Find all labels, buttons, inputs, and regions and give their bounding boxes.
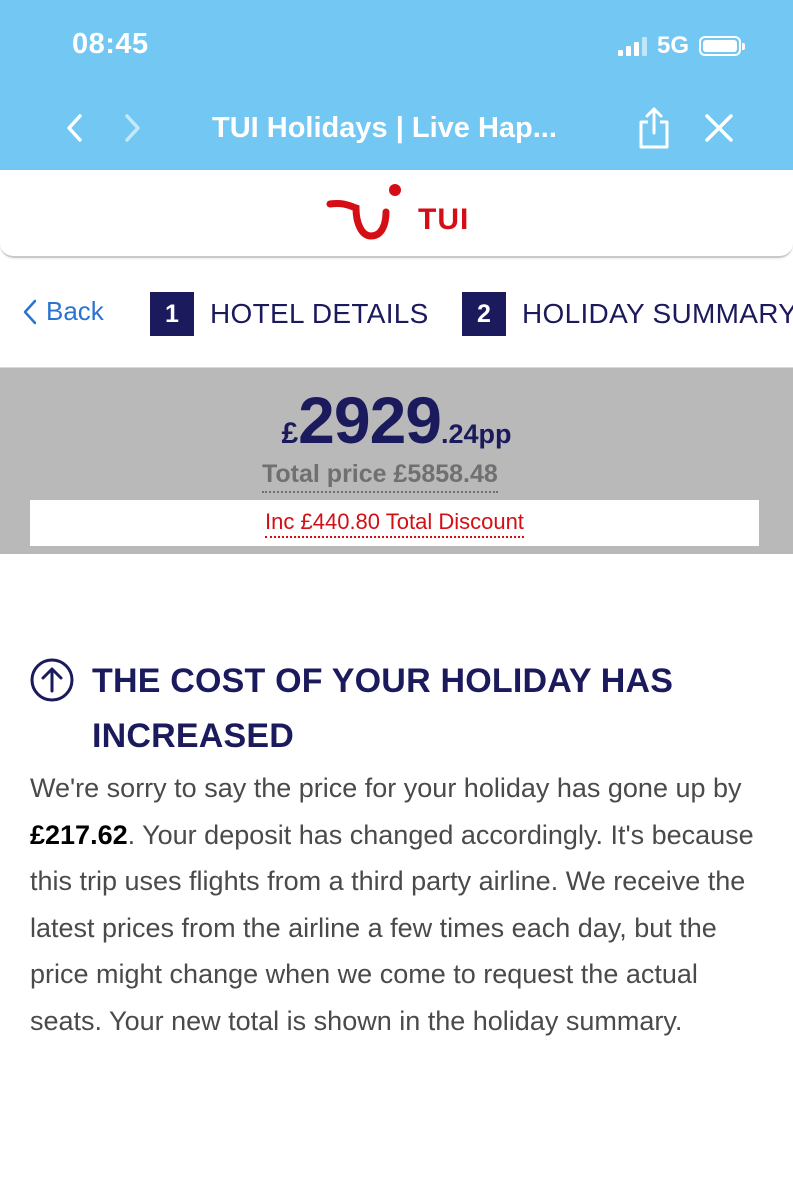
- network-type: 5G: [656, 32, 689, 59]
- price-whole: 2929: [298, 383, 442, 457]
- price-panel: £2929.24pp Total price £5858.48 Inc £440…: [0, 368, 793, 554]
- browser-back-button[interactable]: [55, 108, 95, 148]
- notice-body-suffix: . Your deposit has changed accordingly. …: [30, 819, 754, 1036]
- close-icon: [705, 114, 733, 142]
- chevron-left-icon: [23, 299, 37, 324]
- signal-icon: [617, 36, 647, 56]
- price-currency: £: [281, 417, 299, 450]
- step-holiday-summary[interactable]: 2 HOLIDAY SUMMARY: [462, 292, 793, 336]
- chevron-right-icon: [125, 114, 140, 142]
- discount-link[interactable]: Inc £440.80 Total Discount: [265, 509, 524, 538]
- booking-steps: Back 1 HOTEL DETAILS 2 HOLIDAY SUMMARY: [0, 262, 793, 368]
- price-decimal: .24pp: [440, 419, 512, 449]
- browser-forward-button[interactable]: [112, 108, 152, 148]
- status-indicators: 5G: [617, 32, 745, 60]
- back-link[interactable]: Back: [22, 296, 104, 327]
- browser-chrome: 08:45 5G TUI Holidays | Live Hap...: [0, 0, 793, 170]
- logo-text: TUI: [418, 203, 470, 236]
- step-label: HOTEL DETAILS: [210, 298, 429, 329]
- arrow-up-circle-icon: [30, 658, 74, 702]
- site-header: TUI: [0, 170, 793, 258]
- notice-title: THE COST OF YOUR HOLIDAY HAS INCREASED: [92, 662, 674, 755]
- notice-body-prefix: We're sorry to say the price for your ho…: [30, 773, 742, 803]
- back-link-label: Back: [46, 296, 104, 326]
- total-price-link[interactable]: Total price £5858.48: [262, 460, 498, 493]
- status-time: 08:45: [72, 28, 149, 60]
- close-button[interactable]: [700, 108, 738, 148]
- tui-logo[interactable]: TUI: [326, 180, 469, 244]
- battery-icon: [699, 36, 745, 56]
- browser-page-title: TUI Holidays | Live Hap...: [212, 112, 557, 144]
- step-label: HOLIDAY SUMMARY: [522, 298, 793, 329]
- share-icon: [639, 107, 669, 149]
- discount-box: Inc £440.80 Total Discount: [30, 500, 759, 546]
- step-number: 1: [150, 292, 194, 336]
- step-hotel-details[interactable]: 1 HOTEL DETAILS: [150, 292, 429, 336]
- price-per-person: £2929.24pp: [0, 382, 793, 458]
- notice-body: We're sorry to say the price for your ho…: [30, 765, 770, 1044]
- tui-smile-icon: [326, 184, 401, 240]
- chevron-left-icon: [67, 114, 82, 142]
- share-button[interactable]: [636, 106, 672, 150]
- step-number: 2: [462, 292, 506, 336]
- increase-amount: £217.62: [30, 819, 128, 850]
